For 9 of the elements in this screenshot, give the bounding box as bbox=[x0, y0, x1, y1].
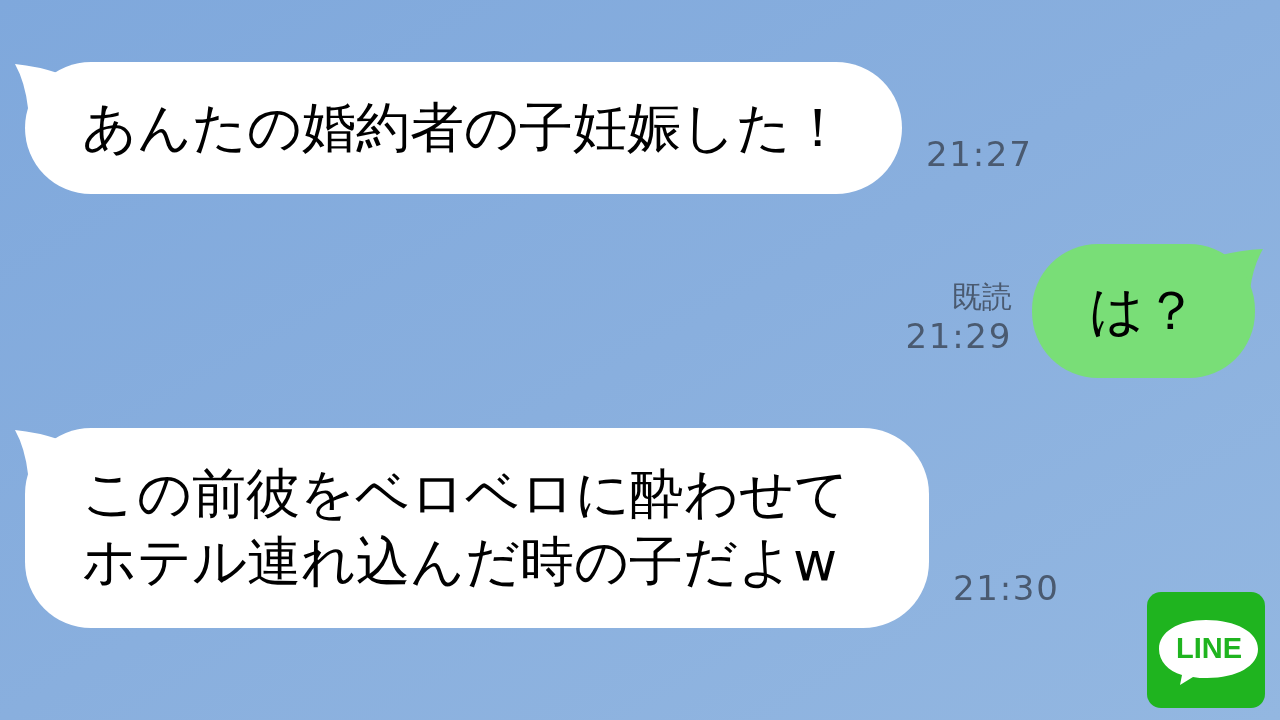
speech-balloon-icon bbox=[1159, 620, 1258, 685]
read-receipt: 既読 bbox=[952, 278, 1012, 316]
message-text: は？ bbox=[1089, 278, 1198, 344]
message-time: 21:29 bbox=[905, 316, 1012, 356]
message-text: この前彼をベロベロに酔わせてホテル連れ込んだ時の子だよw bbox=[82, 461, 850, 595]
message-time: 21:27 bbox=[926, 134, 1033, 174]
message-time: 21:30 bbox=[953, 568, 1060, 608]
message-text: あんたの婚約者の子妊娠した！ bbox=[82, 95, 845, 161]
logo-text: LINE bbox=[1174, 631, 1243, 665]
